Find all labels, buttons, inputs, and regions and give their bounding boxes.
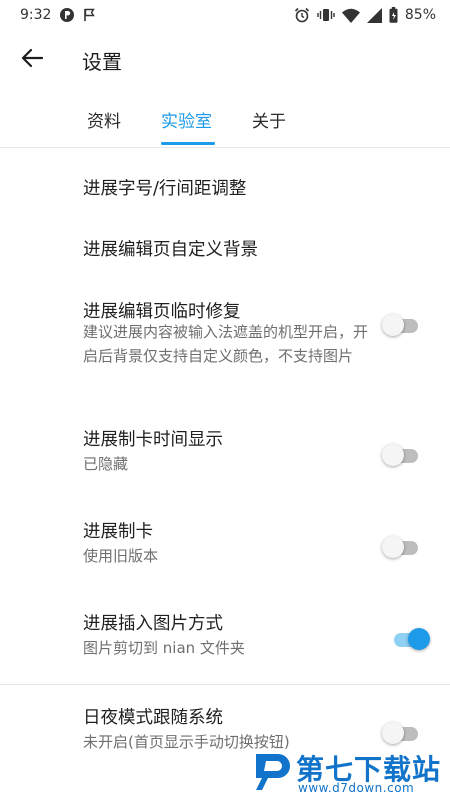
setting-subtitle: 已隐藏 [83, 455, 129, 473]
setting-title: 进展编辑页自定义背景 [83, 240, 258, 260]
watermark-logo-icon [256, 754, 290, 790]
app-notification-icon [59, 7, 75, 23]
setting-font-size-line-spacing[interactable]: 进展字号/行间距调整 [0, 160, 450, 216]
watermark: 第七下载站 www.d7down.com [252, 748, 442, 796]
switch-thumb [382, 722, 404, 744]
status-bar: 9:32 85% [0, 0, 450, 30]
setting-card-time-display[interactable]: 进展制卡时间显示 已隐藏 [0, 420, 450, 490]
setting-title: 进展制卡 [83, 522, 153, 542]
day-night-toggle[interactable] [382, 720, 422, 744]
setting-subtitle: 图片剪切到 nian 文件夹 [83, 639, 245, 657]
setting-editor-custom-background[interactable]: 进展编辑页自定义背景 [0, 220, 450, 276]
tab-bar: 资料 实验室 关于 [0, 90, 450, 148]
vibrate-icon [317, 7, 335, 23]
tab-about[interactable]: 关于 [252, 90, 286, 148]
card-making-toggle[interactable] [382, 534, 422, 558]
switch-thumb [382, 536, 404, 558]
switch-thumb [382, 314, 404, 336]
setting-subtitle: 使用旧版本 [83, 547, 159, 565]
switch-thumb [408, 628, 430, 650]
setting-title: 进展字号/行间距调整 [83, 179, 247, 199]
alarm-icon [294, 7, 310, 23]
setting-subtitle: 建议进展内容被输入法遮盖的机型开启，开启后背景仅支持自定义颜色，不支持图片 [83, 323, 369, 365]
active-tab-indicator [161, 142, 215, 145]
tab-profile[interactable]: 资料 [87, 90, 121, 148]
app-bar: 设置 [0, 30, 450, 90]
wifi-icon [341, 8, 360, 23]
insert-image-toggle[interactable] [392, 626, 432, 650]
setting-insert-image-method[interactable]: 进展插入图片方式 图片剪切到 nian 文件夹 [0, 604, 450, 674]
section-divider [0, 684, 450, 685]
battery-percent: 85% [404, 7, 436, 23]
setting-title: 日夜模式跟随系统 [83, 708, 223, 728]
setting-title: 进展插入图片方式 [83, 614, 223, 634]
tab-lab[interactable]: 实验室 [161, 90, 212, 148]
setting-title: 进展制卡时间显示 [83, 430, 223, 450]
battery-icon [389, 7, 398, 23]
settings-screen: 9:32 85% 设置 资料 实验室 关于 进展字号/行间距调整 进展编辑页自定… [0, 0, 450, 800]
card-time-toggle[interactable] [382, 442, 422, 466]
back-button[interactable] [0, 30, 64, 90]
status-time: 9:32 [20, 7, 52, 23]
watermark-url: www.d7down.com [298, 781, 415, 795]
setting-editor-temp-fix[interactable]: 进展编辑页临时修复 建议进展内容被输入法遮盖的机型开启，开启后背景仅支持自定义颜… [0, 286, 450, 396]
arrow-left-icon [21, 48, 44, 72]
setting-card-making[interactable]: 进展制卡 使用旧版本 [0, 512, 450, 582]
signal-icon [366, 7, 382, 23]
flag-icon [83, 8, 96, 22]
switch-thumb [382, 444, 404, 466]
page-title: 设置 [82, 49, 122, 74]
temp-fix-toggle[interactable] [382, 312, 422, 336]
